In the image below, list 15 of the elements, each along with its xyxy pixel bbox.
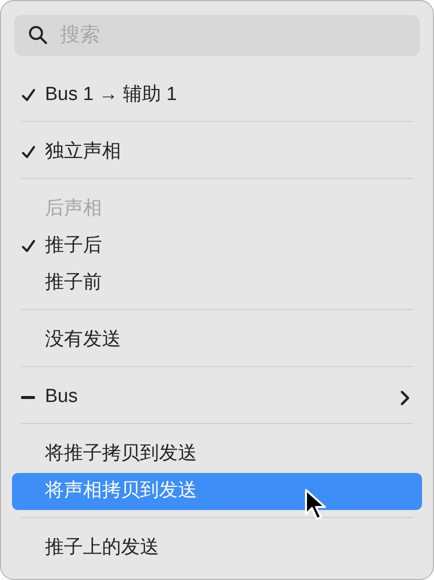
checkmark-icon — [21, 239, 36, 254]
menu-item[interactable]: Bus — [12, 379, 422, 416]
dash-icon — [21, 396, 35, 400]
menu-item[interactable]: 独立声相 — [12, 134, 422, 171]
search-icon — [28, 25, 48, 45]
menu-item[interactable]: 推子上的发送 — [12, 530, 422, 567]
checkmark-icon — [21, 88, 36, 103]
chevron-right-icon — [400, 390, 410, 406]
menu-item[interactable]: 没有发送 — [12, 322, 422, 359]
menu-item[interactable]: Bus 1 → 辅助 1 — [12, 77, 422, 114]
checkmark-icon — [21, 145, 36, 160]
section-header: 后声相 — [45, 197, 102, 222]
menu-item[interactable]: 将推子拷贝到发送 — [12, 436, 422, 473]
menu-item[interactable]: 推子后 — [12, 228, 422, 265]
menu-item[interactable]: 推子前 — [12, 265, 422, 302]
